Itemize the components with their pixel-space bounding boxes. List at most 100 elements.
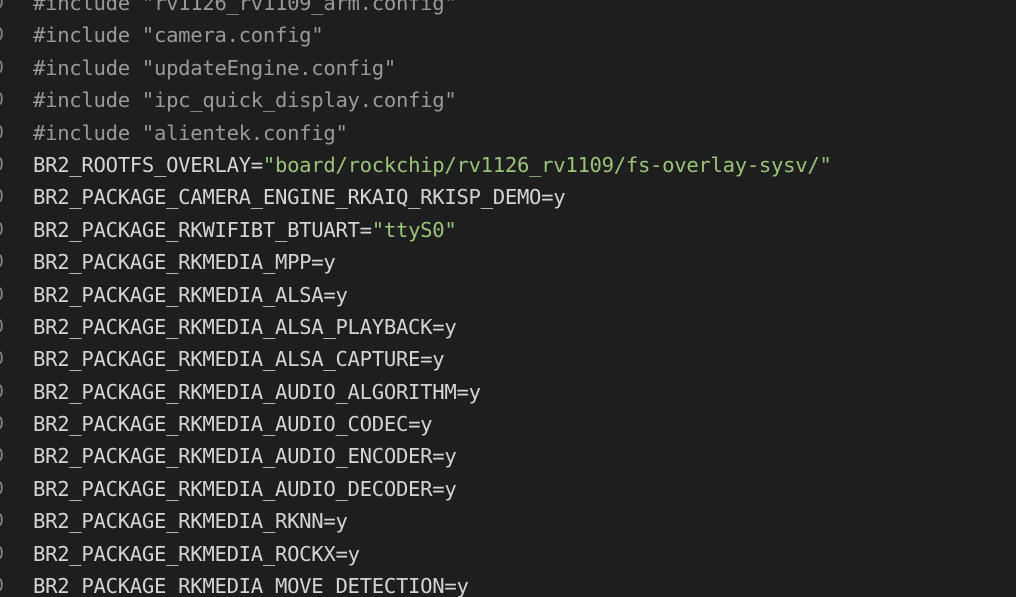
code-line[interactable]: 0 #include "ipc_quick_display.config" bbox=[0, 84, 1016, 116]
code-line[interactable]: 0 BR2_PACKAGE_RKMEDIA_ALSA_PLAYBACK=y bbox=[0, 311, 1016, 343]
assign-operator: = bbox=[359, 217, 372, 242]
code-text: BR2_PACKAGE_RKMEDIA_MPP=y bbox=[33, 246, 336, 278]
line-number: 0 bbox=[0, 311, 3, 343]
line-number: 0 bbox=[0, 440, 3, 472]
code-line[interactable]: 0 BR2_ROOTFS_OVERLAY="board/rockchip/rv11… bbox=[0, 149, 1016, 181]
assign-operator: = bbox=[250, 152, 263, 177]
config-key: BR2_PACKAGE_RKMEDIA_AUDIO_DECODER bbox=[33, 476, 433, 501]
config-key: BR2_PACKAGE_RKMEDIA_MPP bbox=[33, 250, 312, 275]
config-value: y bbox=[444, 314, 457, 339]
code-text: BR2_PACKAGE_RKMEDIA_ROCKX=y bbox=[33, 538, 360, 570]
config-key: BR2_PACKAGE_RKMEDIA_MOVE_DETECTION bbox=[33, 574, 445, 597]
code-line[interactable]: 0 BR2_PACKAGE_RKMEDIA_MPP=y bbox=[0, 246, 1016, 278]
code-text: #include "rv1126_rv1109_arm.config" bbox=[33, 0, 457, 19]
code-line[interactable]: 0 BR2_PACKAGE_RKMEDIA_AUDIO_CODEC=y bbox=[0, 408, 1016, 440]
code-line[interactable]: 0 #include "rv1126_rv1109_arm.config" bbox=[0, 0, 1016, 19]
code-line[interactable]: 0 BR2_PACKAGE_RKMEDIA_ALSA_CAPTURE=y bbox=[0, 343, 1016, 375]
code-text: BR2_PACKAGE_RKMEDIA_ALSA_PLAYBACK=y bbox=[33, 311, 457, 343]
line-number: 0 bbox=[0, 408, 3, 440]
config-key: BR2_PACKAGE_RKMEDIA_AUDIO_ALGORITHM bbox=[33, 379, 457, 404]
assign-operator: = bbox=[323, 509, 336, 534]
assign-operator: = bbox=[456, 379, 469, 404]
config-value: y bbox=[444, 444, 457, 469]
code-text: BR2_PACKAGE_RKMEDIA_AUDIO_ENCODER=y bbox=[33, 440, 457, 472]
config-value: y bbox=[553, 185, 566, 210]
config-value: y bbox=[335, 509, 348, 534]
code-text: BR2_PACKAGE_RKWIFIBT_BTUART="ttyS0" bbox=[33, 214, 457, 246]
line-number: 0 bbox=[0, 149, 3, 181]
include-directive: #include "updateEngine.config" bbox=[33, 55, 396, 80]
include-directive: #include "camera.config" bbox=[33, 23, 324, 48]
code-line[interactable]: 0 BR2_PACKAGE_RKMEDIA_AUDIO_ALGORITHM=y bbox=[0, 376, 1016, 408]
line-number: 0 bbox=[0, 19, 3, 51]
code-line[interactable]: 0 BR2_PACKAGE_RKMEDIA_ROCKX=y bbox=[0, 538, 1016, 570]
code-editor[interactable]: 0 #include "rv1126_rv1109_arm.config" 0 #in… bbox=[0, 0, 1016, 597]
code-line[interactable]: 0 BR2_PACKAGE_RKWIFIBT_BTUART="ttyS0" bbox=[0, 214, 1016, 246]
config-value: y bbox=[432, 347, 445, 372]
line-number: 0 bbox=[0, 343, 3, 375]
config-value: y bbox=[468, 379, 481, 404]
code-text: #include "updateEngine.config" bbox=[33, 52, 396, 84]
code-line[interactable]: 0 #include "updateEngine.config" bbox=[0, 52, 1016, 84]
assign-operator: = bbox=[432, 476, 445, 501]
config-value: y bbox=[335, 282, 348, 307]
code-text: #include "ipc_quick_display.config" bbox=[33, 84, 457, 116]
assign-operator: = bbox=[444, 574, 457, 597]
code-line[interactable]: 0 BR2_PACKAGE_CAMERA_ENGINE_RKAIQ_RKISP_D… bbox=[0, 181, 1016, 213]
assign-operator: = bbox=[408, 412, 421, 437]
string-value: "board/rockchip/rv1126_rv1109/fs-overlay… bbox=[262, 152, 832, 177]
code-lines: 0 #include "rv1126_rv1109_arm.config" 0 #in… bbox=[0, 0, 1016, 597]
line-number: 0 bbox=[0, 117, 3, 149]
line-number: 0 bbox=[0, 246, 3, 278]
code-text: #include "alientek.config" bbox=[33, 117, 348, 149]
line-number: 0 bbox=[0, 538, 3, 570]
config-key: BR2_ROOTFS_OVERLAY bbox=[33, 152, 251, 177]
code-line[interactable]: 0 #include "camera.config" bbox=[0, 19, 1016, 51]
string-value: "ttyS0" bbox=[371, 217, 457, 242]
code-line[interactable]: 0 #include "alientek.config" bbox=[0, 117, 1016, 149]
include-directive: #include "rv1126_rv1109_arm.config" bbox=[33, 0, 457, 15]
line-number: 0 bbox=[0, 214, 3, 246]
config-value: y bbox=[323, 250, 336, 275]
line-number: 0 bbox=[0, 570, 3, 597]
line-number: 0 bbox=[0, 279, 3, 311]
assign-operator: = bbox=[541, 185, 554, 210]
config-key: BR2_PACKAGE_RKMEDIA_ROCKX bbox=[33, 541, 336, 566]
config-key: BR2_PACKAGE_RKMEDIA_ALSA_PLAYBACK bbox=[33, 314, 433, 339]
assign-operator: = bbox=[335, 541, 348, 566]
line-number: 0 bbox=[0, 376, 3, 408]
config-key: BR2_PACKAGE_RKMEDIA_ALSA_CAPTURE bbox=[33, 347, 421, 372]
code-line[interactable]: 0 BR2_PACKAGE_RKMEDIA_ALSA=y bbox=[0, 279, 1016, 311]
line-number: 0 bbox=[0, 0, 3, 19]
code-line[interactable]: 0 BR2_PACKAGE_RKMEDIA_MOVE_DETECTION=y bbox=[0, 570, 1016, 597]
config-key: BR2_PACKAGE_RKMEDIA_AUDIO_CODEC bbox=[33, 412, 409, 437]
assign-operator: = bbox=[311, 250, 324, 275]
assign-operator: = bbox=[432, 314, 445, 339]
config-key: BR2_PACKAGE_RKMEDIA_RKNN bbox=[33, 509, 324, 534]
code-line[interactable]: 0 BR2_PACKAGE_RKMEDIA_AUDIO_DECODER=y bbox=[0, 473, 1016, 505]
include-directive: #include "ipc_quick_display.config" bbox=[33, 88, 457, 113]
code-text: #include "camera.config" bbox=[33, 19, 324, 51]
assign-operator: = bbox=[323, 282, 336, 307]
config-key: BR2_PACKAGE_RKMEDIA_ALSA bbox=[33, 282, 324, 307]
code-text: BR2_PACKAGE_RKMEDIA_ALSA=y bbox=[33, 279, 348, 311]
config-key: BR2_PACKAGE_CAMERA_ENGINE_RKAIQ_RKISP_DE… bbox=[33, 185, 542, 210]
config-value: y bbox=[444, 476, 457, 501]
code-text: BR2_PACKAGE_RKMEDIA_MOVE_DETECTION=y bbox=[33, 570, 469, 597]
config-value: y bbox=[347, 541, 360, 566]
code-line[interactable]: 0 BR2_PACKAGE_RKMEDIA_RKNN=y bbox=[0, 505, 1016, 537]
assign-operator: = bbox=[420, 347, 433, 372]
line-number: 0 bbox=[0, 505, 3, 537]
code-text: BR2_PACKAGE_RKMEDIA_RKNN=y bbox=[33, 505, 348, 537]
line-number: 0 bbox=[0, 84, 3, 116]
config-key: BR2_PACKAGE_RKMEDIA_AUDIO_ENCODER bbox=[33, 444, 433, 469]
code-text: BR2_PACKAGE_RKMEDIA_AUDIO_CODEC=y bbox=[33, 408, 433, 440]
config-value: y bbox=[456, 574, 469, 597]
code-text: BR2_ROOTFS_OVERLAY="board/rockchip/rv112… bbox=[33, 149, 832, 181]
code-text: BR2_PACKAGE_CAMERA_ENGINE_RKAIQ_RKISP_DE… bbox=[33, 181, 566, 213]
line-number: 0 bbox=[0, 52, 3, 84]
code-text: BR2_PACKAGE_RKMEDIA_AUDIO_DECODER=y bbox=[33, 473, 457, 505]
config-value: y bbox=[420, 412, 433, 437]
code-line[interactable]: 0 BR2_PACKAGE_RKMEDIA_AUDIO_ENCODER=y bbox=[0, 440, 1016, 472]
line-number: 0 bbox=[0, 473, 3, 505]
